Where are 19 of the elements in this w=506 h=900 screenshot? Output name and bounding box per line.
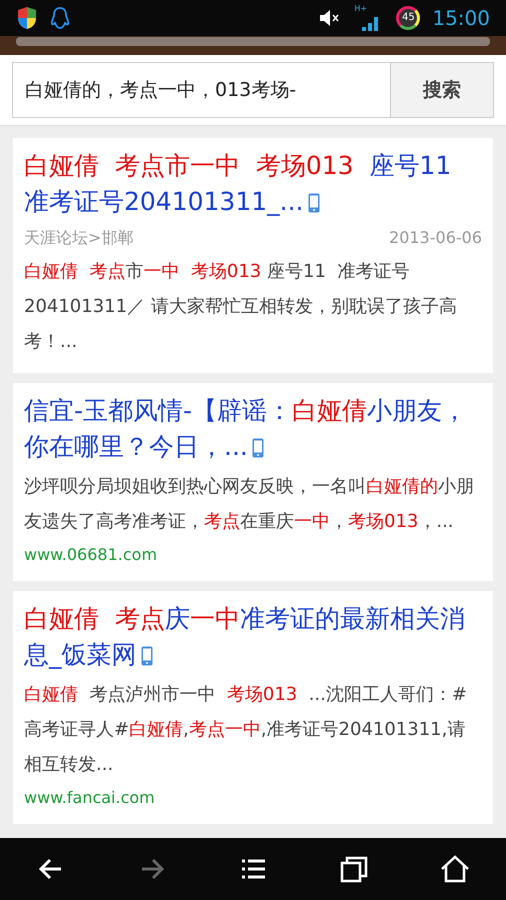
result-snippet: 沙坪呗分局坝姐收到热心网友反映，一名叫白娅倩的小朋友遗失了高考准考证，考点在重庆一中，考场013，... <box>24 475 475 534</box>
signal-icon <box>362 15 380 31</box>
home-icon[interactable] <box>439 853 472 885</box>
result-date: 2013-06-06 <box>389 227 482 249</box>
result-url[interactable]: www.06681.com <box>24 543 482 567</box>
result-url[interactable]: www.fancai.com <box>24 786 482 810</box>
shield-icon <box>16 6 38 30</box>
battery-ring: 45 <box>396 6 420 30</box>
network-type-label: H+ <box>354 5 368 13</box>
result-title-link[interactable]: 白娅倩 考点庆一中准考证的最新相关消息_饭菜网 <box>24 601 482 673</box>
result-title-link[interactable]: 信宜-玉都风情-【辟谣：白娅倩小朋友，你在哪里？今日，... <box>24 393 482 465</box>
search-field[interactable]: 白娅倩的，考点一中，013考场- <box>12 62 392 118</box>
penguin-icon <box>50 6 70 30</box>
result-title-link[interactable]: 白娅倩 考点市一中 考场013 座号11 准考证号204101311_... <box>24 148 482 220</box>
result-source: 天涯论坛>邯郸 <box>24 227 134 249</box>
result-snippet: 白娅倩 考点市一中 考场013 座号11 准考证号204101311／ 请大家帮忙互相转发，别耽误了孩子高考！... <box>24 260 458 354</box>
search-button[interactable]: 搜索 <box>391 62 494 118</box>
clock-time: 15:00 <box>432 5 490 32</box>
result-snippet: 白娅倩 考点泸州市一中 考场013 ...沈阳工人哥们：#高考证寻人#白娅倩,考点一中,准考证号204101311,请相互转发... <box>24 683 468 777</box>
